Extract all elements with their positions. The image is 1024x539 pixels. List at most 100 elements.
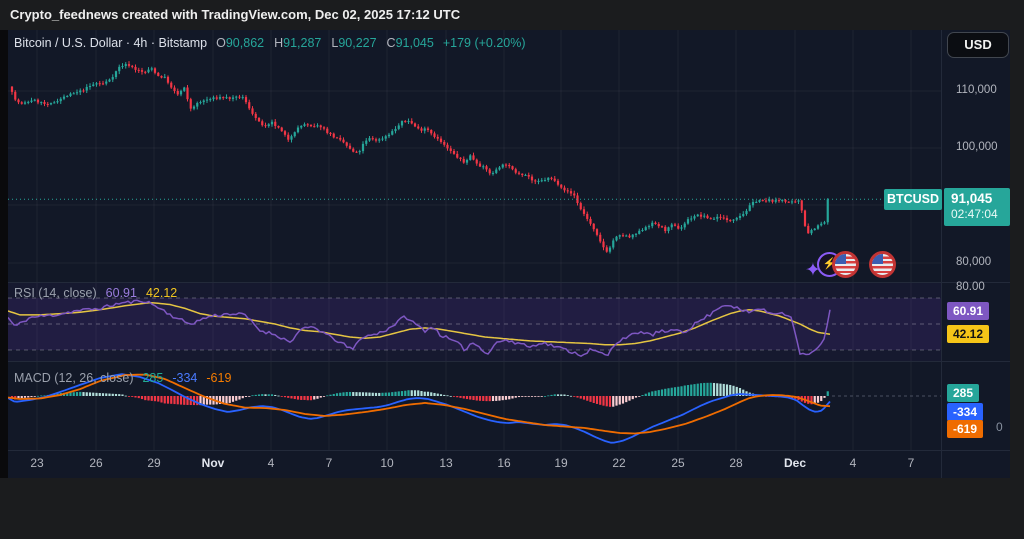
macd-hist-bar bbox=[540, 396, 543, 397]
rsi-axis-label[interactable]: 80.00 bbox=[948, 281, 1010, 293]
macd-hist-bar bbox=[566, 395, 569, 396]
macd-hist-bar bbox=[290, 396, 293, 399]
symbol-price-flag[interactable]: BTCUSD bbox=[884, 189, 942, 210]
macd-hist-bar bbox=[280, 396, 283, 397]
macd-hist-bar bbox=[79, 391, 82, 396]
chart-canvas[interactable]: Bitcoin / U.S. Dollar · 4h · Bitstamp O9… bbox=[8, 30, 1010, 478]
candle-body bbox=[316, 125, 319, 127]
candle-body bbox=[647, 226, 651, 228]
candle-body bbox=[98, 83, 101, 85]
time-axis-label[interactable]: 19 bbox=[554, 456, 567, 470]
time-axis-label[interactable]: 22 bbox=[612, 456, 625, 470]
macd-scale-tick-fragment: 0 bbox=[996, 420, 1003, 434]
candle-body bbox=[706, 215, 709, 219]
candle-body bbox=[391, 131, 394, 135]
time-axis-label[interactable]: 13 bbox=[439, 456, 452, 470]
candle-body bbox=[352, 148, 355, 152]
time-axis-label[interactable]: 28 bbox=[729, 456, 742, 470]
macd-hist-bar bbox=[335, 393, 339, 396]
time-axis-label[interactable]: 4 bbox=[850, 456, 857, 470]
macd-hist-scale-badge: 285 bbox=[947, 384, 980, 402]
macd-hist-bar bbox=[686, 385, 690, 396]
macd-hist-bar bbox=[316, 396, 319, 399]
macd-hist-bar bbox=[423, 391, 426, 396]
candle-body bbox=[326, 128, 329, 133]
time-axis-label[interactable]: 23 bbox=[30, 456, 43, 470]
macd-hist-bar bbox=[595, 396, 599, 404]
candle-body bbox=[573, 193, 576, 196]
time-axis-label[interactable]: 4 bbox=[268, 456, 275, 470]
candle-body bbox=[621, 235, 625, 237]
price-axis-label[interactable]: 80,000 bbox=[948, 256, 1010, 268]
candle-body bbox=[452, 150, 456, 154]
candle-body bbox=[482, 166, 485, 168]
price-axis-label[interactable]: 100,000 bbox=[948, 141, 1010, 153]
macd-hist-bar bbox=[495, 396, 498, 401]
pane-separator[interactable] bbox=[8, 361, 1010, 362]
macd-hist-bar bbox=[537, 396, 540, 397]
macd-hist-bar bbox=[153, 396, 157, 402]
candle-body bbox=[521, 173, 524, 176]
candle-body bbox=[517, 172, 521, 174]
us-flag-event-icon[interactable] bbox=[832, 251, 859, 278]
price-axis-label[interactable]: 110,000 bbox=[948, 84, 1010, 96]
time-axis-label[interactable]: 26 bbox=[89, 456, 102, 470]
candle-body bbox=[550, 177, 553, 179]
time-axis-label[interactable]: Dec bbox=[784, 456, 806, 470]
candle-body bbox=[732, 219, 735, 221]
macd-hist-bar bbox=[482, 396, 485, 401]
time-axis-label[interactable]: Nov bbox=[202, 456, 225, 470]
candle-body bbox=[127, 64, 131, 66]
macd-hist-bar bbox=[618, 396, 621, 405]
macd-hist-bar bbox=[157, 396, 160, 402]
macd-hist-bar bbox=[407, 390, 410, 396]
macd-hist-bar bbox=[345, 392, 348, 396]
candle-body bbox=[134, 66, 137, 70]
candle-body bbox=[293, 132, 296, 137]
candle-body bbox=[579, 203, 582, 210]
macd-hist-bar bbox=[521, 396, 524, 397]
candle-body bbox=[400, 121, 404, 126]
macd-hist-bar bbox=[160, 396, 163, 403]
candle-body bbox=[563, 187, 566, 191]
macd-hist-bar bbox=[420, 391, 423, 396]
macd-hist-bar bbox=[134, 396, 137, 398]
pane-separator[interactable] bbox=[8, 282, 1010, 283]
candle-body bbox=[160, 75, 163, 78]
macd-hist-bar bbox=[647, 392, 651, 396]
candle-body bbox=[332, 133, 335, 138]
candle-body bbox=[618, 235, 621, 237]
macd-hist-bar bbox=[657, 390, 660, 396]
macd-hist-bar bbox=[660, 389, 664, 396]
time-axis-label[interactable]: 16 bbox=[497, 456, 510, 470]
macd-hist-bar bbox=[326, 395, 329, 397]
macd-hist-bar bbox=[400, 391, 404, 396]
time-axis-label[interactable]: 7 bbox=[908, 456, 915, 470]
macd-hist-bar bbox=[612, 396, 615, 407]
macd-hist-bar bbox=[553, 394, 556, 396]
candle-body bbox=[709, 218, 712, 220]
macd-hist-bar bbox=[501, 396, 504, 401]
macd-hist-bar bbox=[85, 392, 88, 396]
macd-hist-bar bbox=[98, 393, 101, 396]
last-price-badge[interactable]: 91,045 02:47:04 bbox=[944, 188, 1010, 226]
macd-hist-bar bbox=[313, 396, 316, 400]
us-flag-event-icon[interactable] bbox=[869, 251, 896, 278]
candle-body bbox=[423, 128, 426, 131]
macd-hist-bar bbox=[634, 396, 638, 398]
macd-hist-bar bbox=[469, 396, 472, 400]
time-axis-label[interactable]: 25 bbox=[671, 456, 684, 470]
time-axis-label[interactable]: 29 bbox=[147, 456, 160, 470]
candle-body bbox=[342, 139, 345, 143]
time-axis-label[interactable]: 10 bbox=[380, 456, 393, 470]
chart-plot[interactable] bbox=[8, 30, 941, 450]
macd-hist-bar bbox=[465, 396, 469, 400]
macd-hist-bar bbox=[638, 396, 641, 397]
candle-body bbox=[488, 169, 491, 174]
macd-hist-bar bbox=[524, 396, 527, 397]
currency-toggle-button[interactable]: USD bbox=[947, 32, 1009, 58]
time-axis-label[interactable]: 7 bbox=[326, 456, 333, 470]
candle-body bbox=[699, 214, 703, 217]
candle-body bbox=[543, 180, 547, 182]
candle-body bbox=[472, 155, 475, 160]
